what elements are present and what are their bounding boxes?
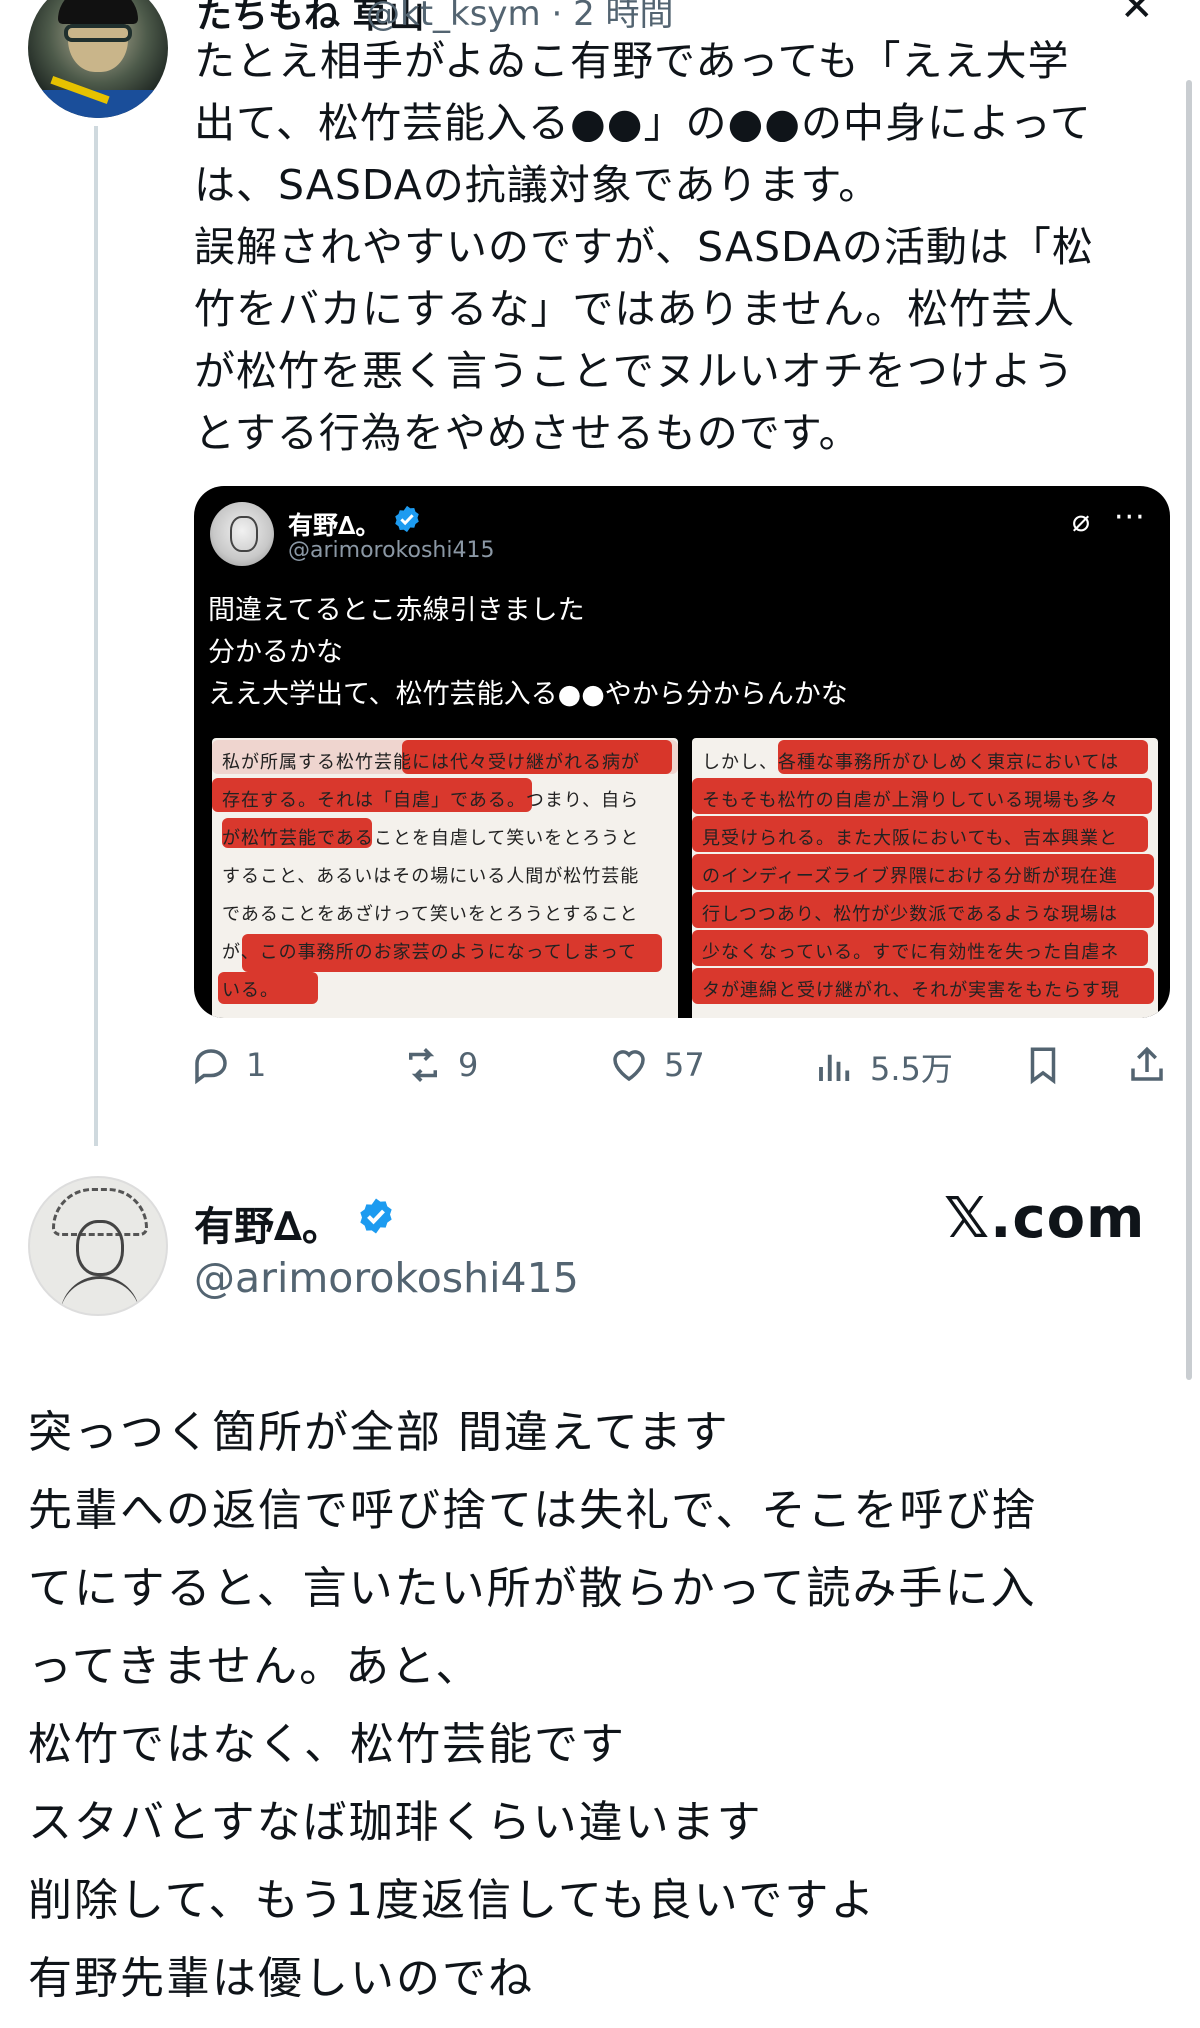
page-line: 存在する。それは「自虐」である。つまり、自ら: [222, 790, 640, 811]
verified-badge-icon: [360, 1198, 392, 1234]
page-line: が、この事務所のお家芸のようになってしまって: [222, 942, 638, 963]
more-icon: ···: [1114, 500, 1146, 535]
page-line: いる。: [222, 980, 279, 1001]
page-line: 私が所属する松竹芸能には代々受け継がれる病が: [222, 752, 640, 773]
avatar[interactable]: [28, 0, 168, 118]
page-line: すること、あるいはその場にいる人間が松竹芸能: [222, 866, 640, 887]
tweet-line: 削除して、もう1度返信しても良いですよ: [28, 1875, 877, 1926]
tweet-body: たとえ相手がよゐこ有野であっても「ええ大学 出て、松竹芸能入る●●」の●●の中身…: [194, 30, 1184, 464]
x-com-logo: 𝕏.com: [944, 1186, 1146, 1251]
tweet-line: 松竹ではなく、松竹芸能です: [28, 1719, 626, 1770]
reply-icon: [195, 1049, 227, 1085]
thread-connector-line: [94, 126, 98, 1146]
embed-display-name: 有野∆。: [288, 511, 381, 540]
verified-badge-icon: [395, 505, 419, 533]
tweet-line: とする行為をやめさせるものです。: [194, 409, 861, 457]
book-page-right: しかし、各種な事務所がひしめく東京においては そもそも松竹の自虐が上滑りしている…: [692, 738, 1158, 1018]
like-count: 57: [664, 1046, 705, 1084]
book-page-left: 私が所属する松竹芸能には代々受け継がれる病が 存在する。それは「自虐」である。つ…: [212, 738, 678, 1018]
tweet-line: 有野先輩は優しいのでね: [28, 1953, 534, 2004]
tweet-line: 竹をバカにするな」ではありません。松竹芸人: [194, 285, 1076, 333]
tweet-line: は、SASDAの抗議対象であります。: [194, 161, 881, 209]
tweet-line: 先輩への返信で呼び捨ては失礼で、そこを呼び捨: [28, 1485, 1038, 1536]
tweet-line: 突っつく箇所が全部 間違えてます: [28, 1407, 730, 1458]
repost-icon: [409, 1048, 437, 1082]
display-name[interactable]: 有野∆。: [194, 1194, 342, 1252]
avatar[interactable]: [28, 1176, 168, 1316]
repost-count: 9: [458, 1046, 479, 1084]
page-line: のインディーズライブ界隈における分断が現在進: [702, 866, 1118, 887]
embed-line: ええ大学出て、松竹芸能入る●●やから分からんかな: [208, 679, 848, 710]
handle[interactable]: @arimorokoshi415: [194, 1254, 579, 1302]
tweet-line: 出て、松竹芸能入る●●」の●●の中身によって: [194, 99, 1092, 147]
views-icon: [819, 1054, 850, 1081]
embedded-image[interactable]: 有野∆。 @arimorokoshi415 ⌀ ··· 間違えてるとこ赤線引きま…: [194, 486, 1170, 1018]
views-button[interactable]: 5.5万: [814, 1044, 953, 1090]
x-close-icon[interactable]: ✕: [1120, 0, 1154, 30]
embed-text: 間違えてるとこ赤線引きました 分かるかな ええ大学出て、松竹芸能入る●●やから分…: [208, 590, 848, 716]
page-gutter: [680, 738, 690, 1018]
page-line: 行しつつあり、松竹が少数派であるような現場は: [702, 904, 1119, 925]
reply-button[interactable]: 1: [190, 1044, 266, 1086]
page-line: であることをあざけって笑いをとろうとすること: [222, 904, 639, 925]
embed-handle: @arimorokoshi415: [288, 538, 495, 563]
tweet-line: ってきません。あと、: [28, 1641, 482, 1692]
tweet-line: スタバとすなば珈琲くらい違います: [28, 1797, 763, 1848]
tweet-line: たとえ相手がよゐこ有野であっても「ええ大学: [194, 37, 1070, 85]
share-icon: [1131, 1046, 1163, 1081]
page-line: 少なくなっている。すでに有効性を失った自虐ネ: [702, 942, 1120, 963]
grok-icon: ⌀: [1072, 504, 1091, 539]
page-line: が松竹芸能であることを自虐して笑いをとろうと: [222, 828, 640, 849]
scrollbar[interactable]: [1186, 80, 1192, 1380]
page-line: 見受けられる。また大阪においても、吉本興業と: [702, 828, 1119, 849]
bookmark-icon: [1030, 1047, 1056, 1085]
embed-avatar: [210, 502, 274, 566]
like-icon: [613, 1050, 645, 1082]
tweet-line: が松竹を悪く言うことでヌルいオチをつけよう: [194, 347, 1075, 395]
tweet-line: てにすると、言いたい所が散らかって読み手に入: [28, 1563, 1037, 1614]
embed-line: 分かるかな: [208, 637, 343, 668]
share-button[interactable]: [1126, 1044, 1168, 1086]
tweet-body: 突っつく箇所が全部 間違えてます 先輩への返信で呼び捨ては失礼で、そこを呼び捨 …: [28, 1394, 1178, 2018]
tweet-line: 誤解されやすいのですが、SASDAの活動は「松: [194, 223, 1094, 271]
reply-count: 1: [246, 1046, 267, 1084]
bookmark-button[interactable]: [1022, 1044, 1064, 1086]
embed-line: 間違えてるとこ赤線引きました: [208, 595, 585, 626]
page-line: そもそも松竹の自虐が上滑りしている現場も多々: [702, 790, 1120, 811]
like-button[interactable]: 57: [608, 1044, 705, 1086]
repost-button[interactable]: 9: [402, 1044, 478, 1086]
tweet-actions: 1 9 57 5.5万: [190, 1040, 1180, 1104]
page-line: タが連綿と受け継がれ、それが実害をもたらす現: [702, 980, 1120, 1001]
views-count: 5.5万: [870, 1050, 953, 1088]
page-line: しかし、各種な事務所がひしめく東京においては: [702, 752, 1120, 773]
